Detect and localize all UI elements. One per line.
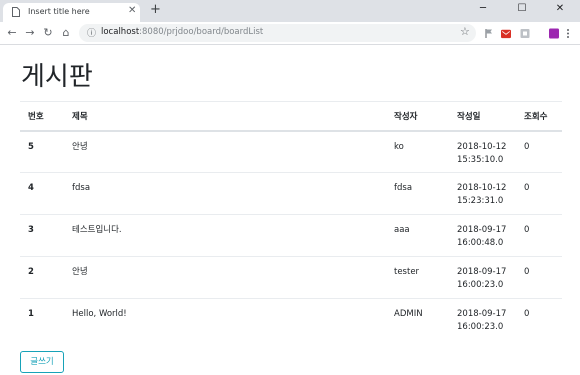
back-icon[interactable]: ← — [4, 25, 20, 41]
row-date-day: 2018-09-17 — [457, 225, 507, 235]
row-views: 0 — [516, 130, 562, 173]
page-icon — [12, 7, 20, 17]
row-title-link[interactable]: 안녕 — [64, 256, 386, 299]
tab-title: Insert title here — [28, 7, 90, 16]
row-date: 2018-09-17 16:00:23.0 — [449, 298, 516, 341]
row-views: 0 — [516, 256, 562, 299]
row-date-day: 2018-09-17 — [457, 267, 507, 277]
window-close-button[interactable]: ✕ — [540, 1, 580, 19]
row-views: 0 — [516, 172, 562, 215]
board-table: 번호 제목 작성자 작성일 조회수 5 안녕 ko 2018-10-12 15:3… — [20, 101, 562, 341]
row-date: 2018-09-17 16:00:48.0 — [449, 214, 516, 257]
table-row[interactable]: 3 테스트입니다. aaa 2018-09-17 16:00:48.0 0 — [20, 214, 562, 257]
row-views: 0 — [516, 214, 562, 257]
extension-icon[interactable] — [520, 28, 530, 39]
row-date: 2018-09-17 16:00:23.0 — [449, 256, 516, 299]
row-author: ADMIN — [386, 298, 449, 341]
url-text: localhost:8080/prjdoo/board/boardList — [101, 27, 263, 37]
row-date-time: 15:35:10.0 — [457, 154, 504, 165]
address-bar[interactable]: ⓘ localhost:8080/prjdoo/board/boardList … — [79, 24, 476, 42]
row-num: 1 — [20, 298, 64, 341]
row-num: 2 — [20, 256, 64, 299]
row-date-day: 2018-09-17 — [457, 309, 507, 319]
table-row[interactable]: 2 안녕 tester 2018-09-17 16:00:23.0 0 — [20, 256, 562, 299]
table-header: 번호 제목 작성자 작성일 조회수 — [20, 101, 562, 132]
info-icon[interactable]: ⓘ — [87, 26, 96, 39]
close-tab-icon[interactable]: ✕ — [128, 5, 136, 17]
row-date: 2018-10-12 15:23:31.0 — [449, 172, 516, 215]
row-title-link[interactable]: fdsa — [64, 172, 386, 215]
table-row[interactable]: 4 fdsa fdsa 2018-10-12 15:23:31.0 0 — [20, 172, 562, 215]
new-tab-icon[interactable]: + — [150, 3, 161, 17]
header-num: 번호 — [20, 101, 64, 132]
row-author: aaa — [386, 214, 449, 257]
row-num: 5 — [20, 130, 64, 173]
forward-icon[interactable]: → — [22, 25, 38, 41]
row-title-link[interactable]: 안녕 — [64, 130, 386, 173]
row-date-time: 16:00:23.0 — [457, 280, 504, 290]
profile-avatar[interactable] — [549, 28, 559, 39]
row-num: 4 — [20, 172, 64, 215]
browser-tab[interactable]: Insert title here ✕ — [3, 3, 140, 22]
row-date-time: 15:23:31.0 — [457, 196, 504, 206]
home-icon[interactable]: ⌂ — [58, 25, 74, 41]
header-title: 제목 — [64, 101, 386, 132]
table-row[interactable]: 1 Hello, World! ADMIN 2018-09-17 16:00:23… — [20, 298, 562, 341]
header-views: 조회수 — [516, 101, 562, 132]
row-author: fdsa — [386, 172, 449, 215]
write-post-button[interactable]: 글쓰기 — [20, 351, 64, 373]
header-date: 작성일 — [449, 101, 516, 132]
header-author: 작성자 — [386, 101, 449, 132]
row-num: 3 — [20, 214, 64, 257]
bookmark-star-icon[interactable]: ☆ — [460, 25, 470, 38]
mail-extension-icon[interactable] — [501, 28, 511, 39]
reload-icon[interactable]: ↻ — [40, 25, 56, 41]
menu-dots-icon[interactable] — [566, 28, 570, 39]
url-path: :8080/prjdoo/board/boardList — [139, 27, 264, 37]
maximize-button[interactable]: ☐ — [502, 1, 542, 19]
row-views: 0 — [516, 298, 562, 341]
page-title: 게시판 — [21, 62, 93, 92]
table-row[interactable]: 5 안녕 ko 2018-10-12 15:35:10.0 0 — [20, 130, 562, 173]
row-date-day: 2018-10-12 — [457, 141, 507, 152]
row-title-link[interactable]: 테스트입니다. — [64, 214, 386, 257]
flag-extension-icon[interactable] — [484, 28, 494, 39]
minimize-button[interactable]: ─ — [463, 1, 503, 19]
row-date-time: 16:00:48.0 — [457, 238, 504, 248]
row-title-link[interactable]: Hello, World! — [64, 298, 386, 341]
row-date-day: 2018-10-12 — [457, 183, 507, 193]
browser-titlebar: Insert title here ✕ + ─ ☐ ✕ — [0, 0, 580, 22]
row-author: tester — [386, 256, 449, 299]
url-host: localhost — [101, 27, 140, 37]
browser-toolbar: ← → ↻ ⌂ ⓘ localhost:8080/prjdoo/board/bo… — [0, 22, 580, 45]
row-author: ko — [386, 130, 449, 173]
row-date-time: 16:00:23.0 — [457, 322, 504, 332]
row-date: 2018-10-12 15:35:10.0 — [449, 130, 516, 173]
